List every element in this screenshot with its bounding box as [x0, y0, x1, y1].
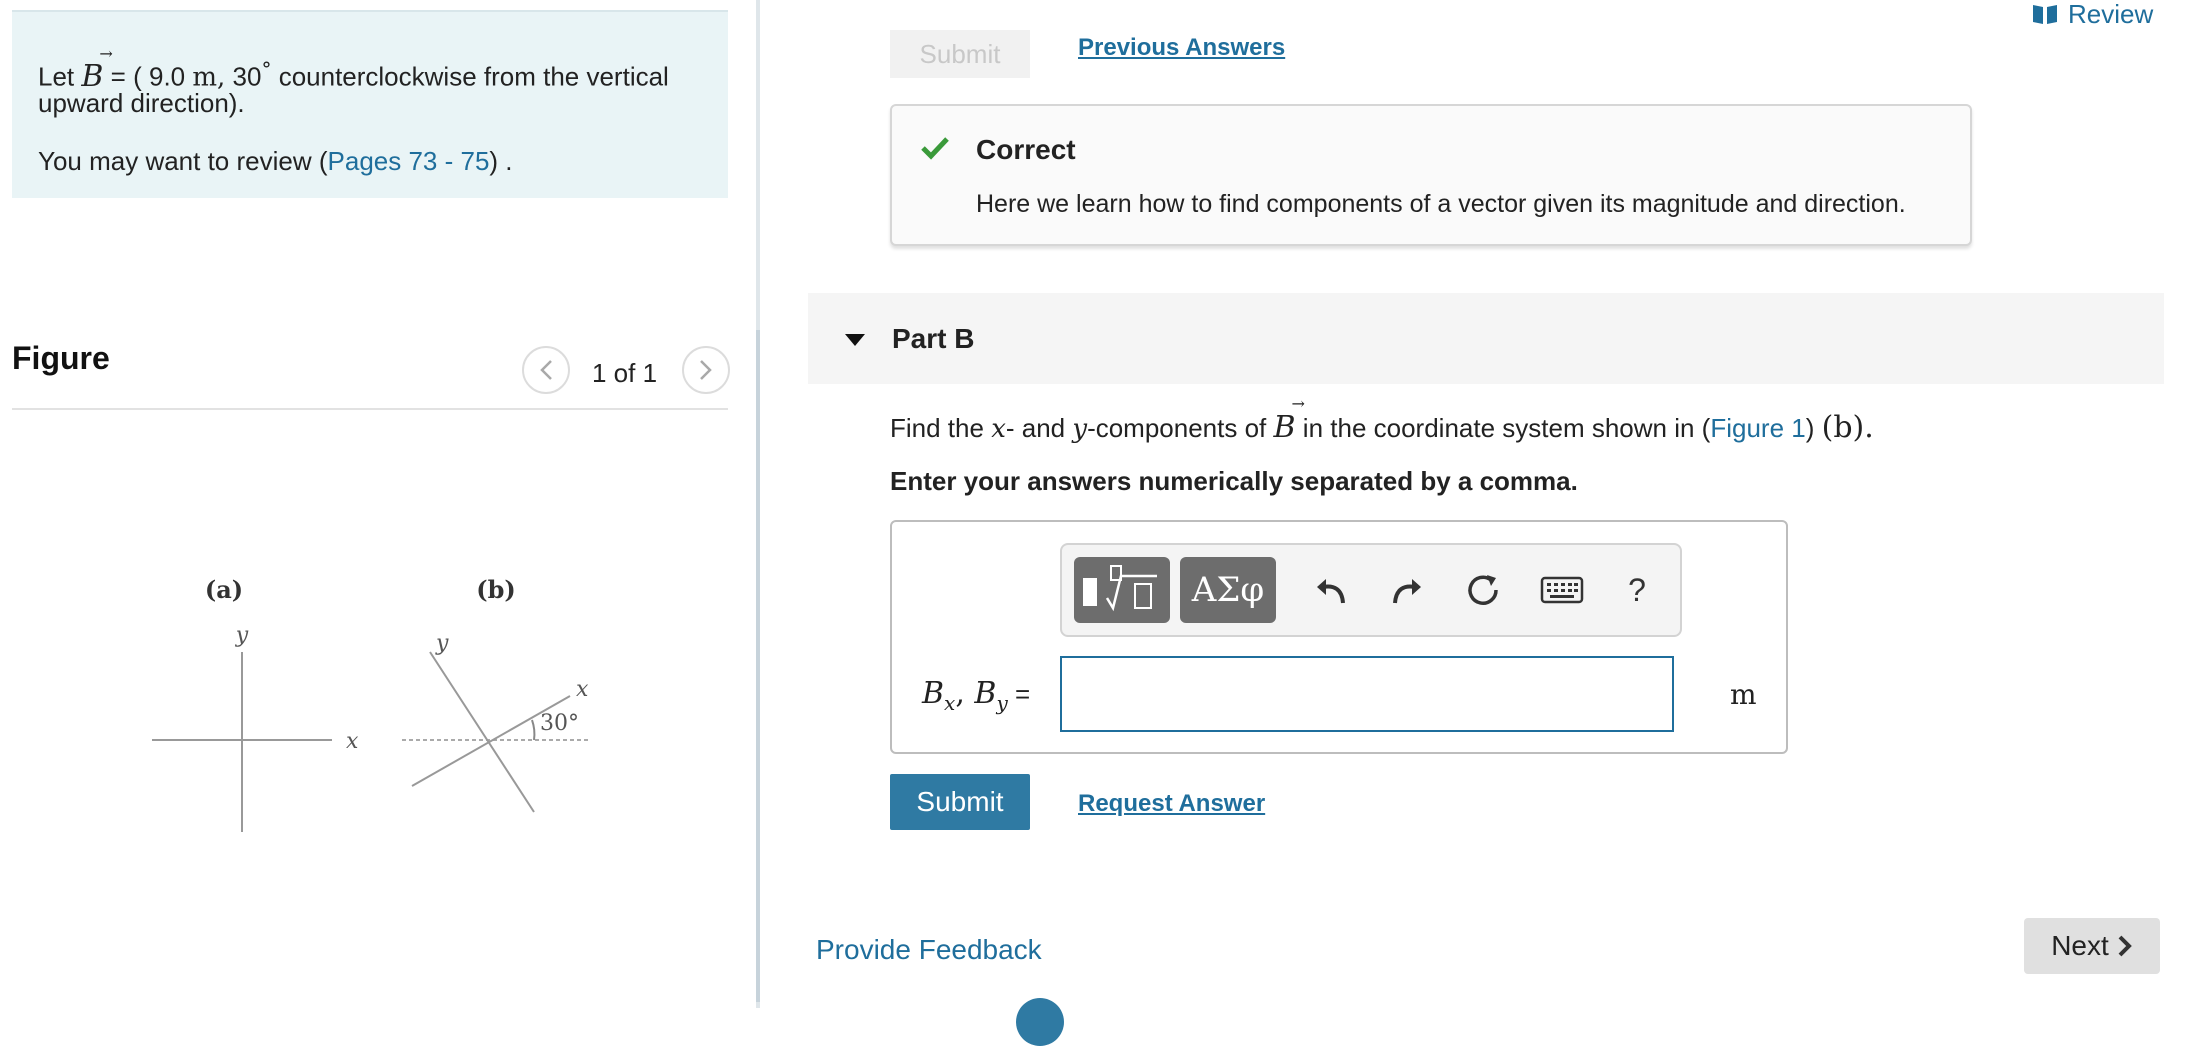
q-x-symbol: x [991, 414, 1006, 444]
figure-next-button[interactable] [682, 346, 730, 394]
answer-label-by: B [974, 676, 997, 711]
part-b-instruction: Enter your answers numerically separated… [890, 466, 1578, 496]
q-b-symbol: (b). [1821, 410, 1874, 445]
q-close-text: ) [1805, 413, 1815, 443]
panel-b-x-label: x [576, 677, 589, 702]
request-answer-link[interactable]: Request Answer [1078, 790, 1265, 818]
part-b-question: Find the x- and y-components of B → in th… [890, 396, 1874, 446]
next-button[interactable]: Next [2024, 918, 2160, 974]
answer-label-comma: , [955, 676, 975, 711]
q-vector-b: B → [1273, 396, 1305, 446]
panel-b-y-label: y [435, 631, 449, 656]
chevron-right-icon [2118, 935, 2132, 957]
feedback-text: Here we learn how to find components of … [976, 190, 1906, 218]
reset-icon [1468, 575, 1498, 605]
next-label: Next [2051, 930, 2109, 961]
caret-down-icon [845, 334, 865, 346]
panel-a-label: (a) [205, 575, 243, 604]
panel-divider-handle[interactable] [756, 330, 760, 1002]
vector-arrow-icon: → [99, 43, 113, 63]
redo-button[interactable] [1382, 565, 1432, 615]
review-pages-link[interactable]: Pages 73 - 75 [328, 146, 490, 176]
book-icon [2033, 5, 2057, 24]
math-toolbar: ΑΣφ ? [1060, 543, 1682, 637]
panel-a: (a) y x [152, 575, 359, 832]
checkmark-icon [921, 137, 949, 160]
provide-feedback-link[interactable]: Provide Feedback [816, 934, 1042, 966]
review-label: Review [2068, 0, 2154, 29]
review-prefix: You may want to review ( [38, 146, 328, 176]
coordinate-figure: (a) y x (b) y x 30° [152, 575, 589, 832]
direction-text: counterclockwise from the vertical [278, 61, 669, 92]
degree-symbol: ° [261, 57, 272, 81]
q-and-text: - and [1005, 413, 1066, 443]
previous-answers-link[interactable]: Previous Answers [1078, 34, 1285, 62]
panel-a-x-label: x [346, 729, 359, 754]
answer-label-sub-y: y [996, 691, 1008, 715]
angle-arc [531, 719, 536, 741]
vector-arrow-icon: → [1291, 394, 1305, 413]
greek-symbols-button[interactable]: ΑΣφ [1180, 557, 1276, 623]
part-b-submit-button[interactable]: Submit [890, 774, 1030, 830]
correct-feedback-box: Correct Here we learn how to find compon… [890, 104, 1972, 246]
feedback-title: Correct [976, 134, 1076, 165]
chevron-left-icon [540, 360, 552, 380]
undo-icon [1317, 579, 1345, 604]
help-bubble[interactable] [1016, 998, 1064, 1046]
q-vector-symbol: B [1273, 410, 1296, 445]
angle-label: 30° [540, 711, 579, 736]
q-components-text: -components of [1087, 413, 1267, 443]
panel-a-y-label: y [235, 623, 249, 648]
figure-prev-button[interactable] [522, 346, 570, 394]
q-y-symbol: y [1072, 414, 1088, 444]
problem-line-2: upward direction). [38, 88, 245, 118]
undo-button[interactable] [1306, 565, 1356, 615]
templates-icon [1083, 565, 1157, 612]
panel-b-y-axis [429, 651, 535, 813]
keyboard-icon [1540, 576, 1584, 604]
answer-label-sub-x: x [944, 691, 956, 715]
figure-title: Figure [12, 340, 110, 376]
problem-statement: Let B → = ( 9.0 m, 30° counterclockwise f… [12, 10, 728, 198]
figure-pager: 1 of 1 [592, 358, 658, 388]
review-pages-line: You may want to review (Pages 73 - 75) . [38, 144, 513, 178]
answer-label: Bx, By = [922, 676, 1030, 715]
panel-b-x-axis [411, 695, 571, 787]
answer-label-bx: B [922, 676, 945, 711]
panel-b: (b) y x 30° [402, 575, 589, 813]
part-b-header[interactable]: Part B [808, 293, 2164, 384]
part-a-submit-button: Submit [890, 30, 1030, 78]
redo-icon [1393, 579, 1421, 604]
templates-button[interactable] [1074, 557, 1170, 623]
part-b-title: Part B [892, 323, 975, 354]
q-find-text: Find the [890, 413, 984, 443]
review-suffix: ) . [489, 146, 513, 176]
answer-unit: m [1730, 678, 1757, 711]
help-button[interactable]: ? [1612, 565, 1662, 615]
panel-b-label: (b) [476, 575, 516, 604]
reset-button[interactable] [1458, 565, 1508, 615]
keyboard-button[interactable] [1532, 565, 1592, 615]
answer-input[interactable] [1060, 656, 1674, 732]
answer-label-equals: = [1007, 679, 1031, 709]
review-link[interactable]: Review [2032, 0, 2154, 29]
figure-1-link[interactable]: Figure 1 [1710, 413, 1805, 443]
chevron-right-icon [700, 360, 712, 380]
q-in-text: in the coordinate system shown in ( [1302, 413, 1711, 443]
figure-divider [12, 408, 728, 410]
